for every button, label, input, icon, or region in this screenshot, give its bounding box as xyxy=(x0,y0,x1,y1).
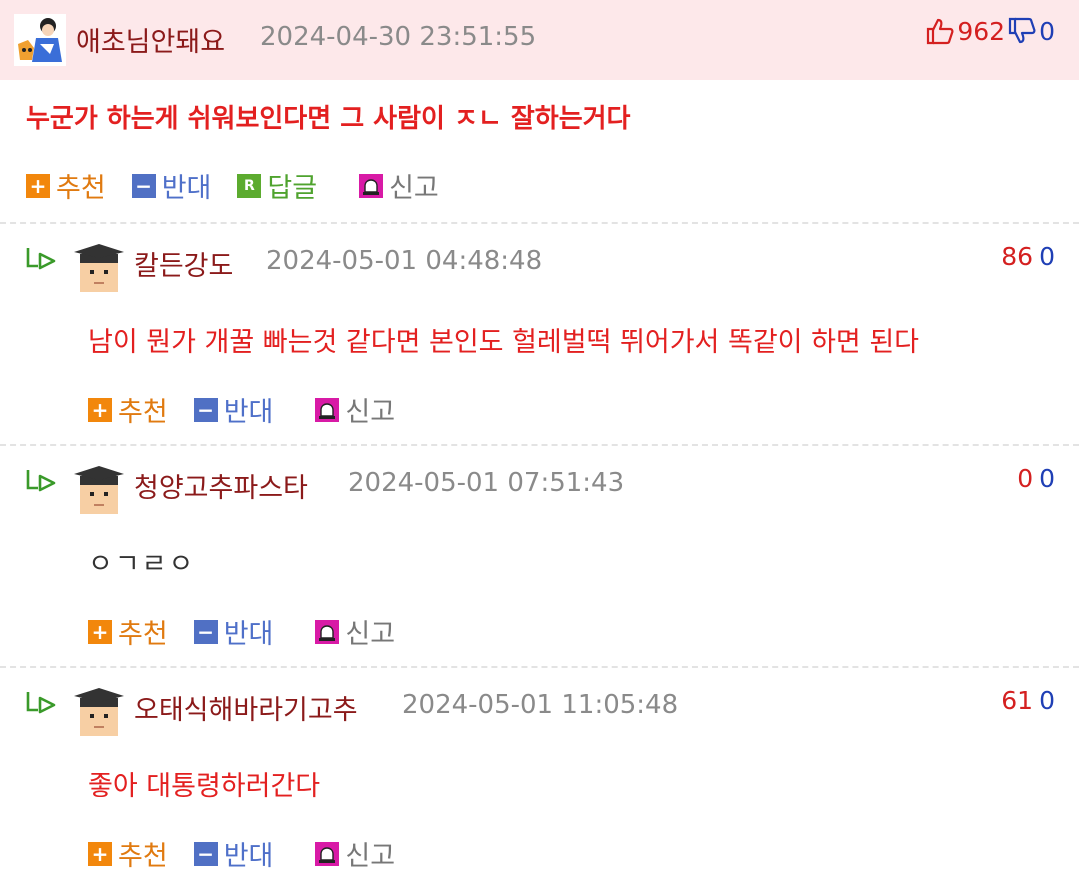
nickname[interactable]: 오태식해바라기고추 xyxy=(134,688,358,727)
minus-icon: − xyxy=(131,173,156,198)
oppose-label: 반대 xyxy=(223,397,274,428)
plus-icon: + xyxy=(88,841,112,866)
siren-icon xyxy=(315,619,340,644)
thumbs-up-icon[interactable] xyxy=(925,16,955,46)
reply-label: 답글 xyxy=(267,173,318,204)
comment-date: 2024-05-01 11:05:48 xyxy=(402,690,679,720)
oppose-button[interactable]: − 반대 xyxy=(131,166,212,205)
comment-actions: + 추천 − 반대 신고 xyxy=(88,390,421,429)
oppose-button[interactable]: − 반대 xyxy=(193,390,274,429)
report-button[interactable]: 신고 xyxy=(315,834,395,873)
recommend-label: 추천 xyxy=(118,841,168,872)
recommend-button[interactable]: + 추천 xyxy=(88,834,168,873)
report-label: 신고 xyxy=(345,619,396,650)
reply-comment: 칼든강도 2024-05-01 04:48:48 86 0 남이 뭔가 개꿀 빠는… xyxy=(0,224,1079,446)
reply-comment: 오태식해바라기고추 2024-05-01 11:05:48 61 0 좋아 대통령… xyxy=(0,668,1079,882)
upvote-count: 86 xyxy=(1001,242,1034,271)
oppose-label: 반대 xyxy=(223,841,274,872)
siren-icon xyxy=(315,397,340,422)
vote-counts: 86 0 xyxy=(1001,242,1055,271)
downvote-count: 0 xyxy=(1039,242,1055,271)
oppose-label: 반대 xyxy=(161,173,212,204)
report-label: 신고 xyxy=(389,173,439,204)
comment-date: 2024-05-01 07:51:43 xyxy=(348,468,625,498)
plus-icon: + xyxy=(26,173,50,198)
recommend-button[interactable]: + 추천 xyxy=(88,612,168,651)
plus-icon: + xyxy=(88,397,112,422)
downvote-count: 0 xyxy=(1039,464,1055,493)
downvote-count: 0 xyxy=(1039,16,1055,46)
comment-body: 남이 뭔가 개꿀 빠는것 같다면 본인도 헐레벌떡 뛰어가서 똑같이 하면 된다 xyxy=(88,327,920,358)
downvote-count: 0 xyxy=(1039,686,1055,715)
reply-arrow-icon xyxy=(24,246,58,276)
comment-actions: + 추천 − 반대 R 답글 신고 xyxy=(26,166,465,205)
comment-actions: + 추천 − 반대 신고 xyxy=(88,834,421,873)
comment-date: 2024-04-30 23:51:55 xyxy=(260,22,537,52)
comment-actions: + 추천 − 반대 신고 xyxy=(88,612,421,651)
vote-counts: 61 0 xyxy=(1001,686,1055,715)
best-comment: 애초님안돼요 2024-04-30 23:51:55 962 0 누군가 하는게… xyxy=(0,0,1079,222)
comment-date: 2024-05-01 04:48:48 xyxy=(266,246,543,276)
graduate-avatar-icon[interactable] xyxy=(74,240,124,292)
siren-icon xyxy=(315,841,340,866)
recommend-label: 추천 xyxy=(118,619,168,650)
upvote-count: 962 xyxy=(957,16,1006,46)
report-label: 신고 xyxy=(345,397,396,428)
siren-icon xyxy=(359,173,384,198)
thumbs-down-icon[interactable] xyxy=(1007,16,1037,46)
nickname[interactable]: 청양고추파스타 xyxy=(134,466,308,505)
report-button[interactable]: 신고 xyxy=(315,390,395,429)
oppose-button[interactable]: − 반대 xyxy=(193,834,274,873)
nickname[interactable]: 칼든강도 xyxy=(134,244,233,283)
reply-arrow-icon xyxy=(24,468,58,498)
comment-body: 좋아 대통령하러간다 xyxy=(88,771,321,802)
minus-icon: − xyxy=(193,841,218,866)
oppose-button[interactable]: − 반대 xyxy=(193,612,274,651)
minus-icon: − xyxy=(193,619,218,644)
minus-icon: − xyxy=(193,397,218,422)
graduate-avatar-icon[interactable] xyxy=(74,462,124,514)
report-button[interactable]: 신고 xyxy=(359,166,439,205)
user-avatar[interactable] xyxy=(14,14,66,66)
reply-arrow-icon xyxy=(24,690,58,720)
comment-body: ㅇㄱㄹㅇ xyxy=(88,549,196,580)
nickname[interactable]: 애초님안돼요 xyxy=(76,20,225,59)
graduate-avatar-icon[interactable] xyxy=(74,684,124,736)
upvote-count: 61 xyxy=(1001,686,1034,715)
vote-counts: 00 xyxy=(1017,464,1055,493)
oppose-label: 반대 xyxy=(223,619,274,650)
report-label: 신고 xyxy=(345,841,396,872)
reply-icon: R xyxy=(237,173,262,198)
recommend-button[interactable]: + 추천 xyxy=(26,166,106,205)
reply-button[interactable]: R 답글 xyxy=(237,166,317,205)
recommend-label: 추천 xyxy=(118,397,168,428)
report-button[interactable]: 신고 xyxy=(315,612,395,651)
recommend-label: 추천 xyxy=(56,173,106,204)
upvote-count: 0 xyxy=(1017,464,1034,493)
plus-icon: + xyxy=(88,619,112,644)
recommend-button[interactable]: + 추천 xyxy=(88,390,168,429)
vote-counts: 962 0 xyxy=(925,16,1055,46)
reply-comment: 청양고추파스타 2024-05-01 07:51:43 00 ㅇㄱㄹㅇ + 추천… xyxy=(0,446,1079,668)
best-comment-header: 애초님안돼요 2024-04-30 23:51:55 962 0 xyxy=(0,0,1079,80)
comment-body: 누군가 하는게 쉬워보인다면 그 사람이 ㅈㄴ 잘하는거다 xyxy=(26,104,631,134)
